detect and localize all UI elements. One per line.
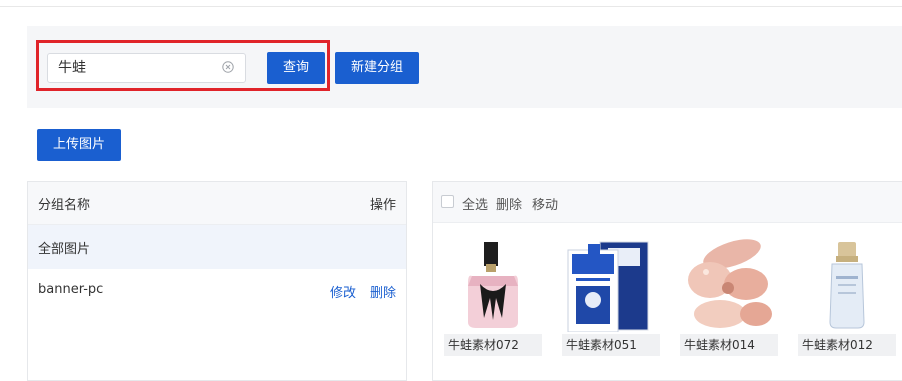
delete-group-link[interactable]: 删除 bbox=[370, 282, 396, 301]
group-name-header: 分组名称 bbox=[38, 198, 91, 213]
serum-bottle-image bbox=[829, 242, 865, 329]
group-name: 全部图片 bbox=[38, 242, 91, 257]
group-row-all-images[interactable]: 全部图片 bbox=[28, 225, 406, 269]
select-all-checkbox[interactable] bbox=[441, 195, 454, 208]
edit-group-link[interactable]: 修改 bbox=[330, 282, 356, 301]
select-all-label[interactable]: 全选 bbox=[462, 194, 488, 213]
image-card-label: 牛蛙素材051 bbox=[562, 334, 660, 356]
image-card[interactable]: 牛蛙素材014 bbox=[680, 236, 778, 360]
group-action-header: 操作 bbox=[369, 198, 396, 213]
pink-perfume-image bbox=[688, 239, 772, 328]
group-name: banner-pc bbox=[38, 282, 104, 297]
image-card[interactable]: 牛蛙素材051 bbox=[562, 236, 660, 360]
move-images-button[interactable]: 移动 bbox=[532, 194, 558, 213]
image-card-label: 牛蛙素材014 bbox=[680, 334, 778, 356]
upload-image-button[interactable]: 上传图片 bbox=[37, 129, 121, 161]
image-toolbar: 全选 删除 移动 bbox=[433, 182, 902, 223]
delete-images-button[interactable]: 删除 bbox=[496, 194, 522, 213]
top-divider bbox=[0, 6, 902, 7]
face-mask-pack-image bbox=[567, 241, 649, 332]
image-card[interactable]: 牛蛙素材072 bbox=[444, 236, 542, 360]
image-card[interactable]: 牛蛙素材012 bbox=[798, 236, 896, 360]
new-group-button[interactable]: 新建分组 bbox=[335, 52, 419, 84]
group-panel: 分组名称 操作 全部图片 banner-pc 修改 删除 bbox=[27, 181, 407, 381]
group-row-banner-pc[interactable]: banner-pc 修改 删除 bbox=[28, 269, 406, 313]
image-card-label: 牛蛙素材072 bbox=[444, 334, 542, 356]
perfume-bottle-image bbox=[468, 242, 518, 328]
query-button[interactable]: 查询 bbox=[267, 52, 325, 84]
group-table-header: 分组名称 操作 bbox=[28, 182, 406, 225]
image-card-label: 牛蛙素材012 bbox=[798, 334, 896, 356]
